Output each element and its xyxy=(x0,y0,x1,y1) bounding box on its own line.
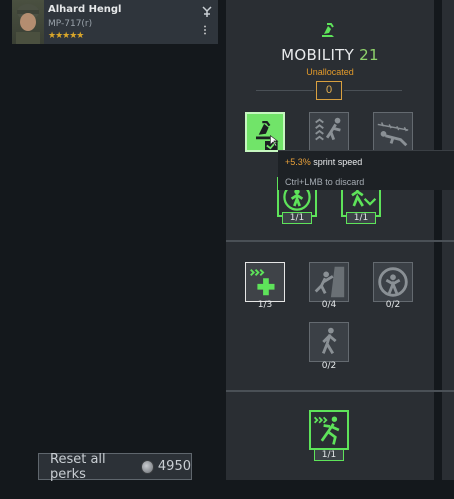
perk-tooltip: +5.3% sprint speed Ctrl+LMB to discard xyxy=(278,150,454,190)
perk-endurance[interactable] xyxy=(373,262,413,302)
soldier-card[interactable]: Alhard Hengl MP-717(r) ★★★★★ ⋮ xyxy=(12,0,218,44)
perk-sprint[interactable] xyxy=(309,410,349,450)
tooltip-value: +5.3% xyxy=(285,157,311,167)
counter-line-left xyxy=(256,90,314,91)
reset-all-perks-button[interactable]: Reset all perks 4950 xyxy=(38,451,192,482)
section-divider-2 xyxy=(226,390,454,392)
perk-climb[interactable] xyxy=(309,262,349,302)
perk-stamina-count: 1/1 xyxy=(282,212,312,224)
tooltip-text: sprint speed xyxy=(310,157,363,167)
soldier-avatar xyxy=(12,0,44,44)
tooltip-description: +5.3% sprint speed xyxy=(285,157,362,167)
perk-jump[interactable] xyxy=(309,112,349,152)
mobility-title: MOBILITY 21 xyxy=(226,46,434,64)
more-options-icon[interactable]: ⋮ xyxy=(200,26,210,36)
mobility-title-text: MOBILITY xyxy=(281,46,355,64)
reset-cost: 4950 xyxy=(157,459,191,474)
perk-sprint-speed[interactable] xyxy=(245,112,285,152)
perk-climb-count: 0/4 xyxy=(321,300,337,310)
unallocated-label: Unallocated xyxy=(306,67,354,77)
perk-vault-count: 1/1 xyxy=(346,212,376,224)
perk-revive-count: 1/3 xyxy=(257,300,273,310)
perk-revive[interactable] xyxy=(245,262,285,302)
perk-crawl-wire[interactable] xyxy=(373,112,413,152)
mobility-level: 21 xyxy=(359,46,379,64)
soldier-name: Alhard Hengl xyxy=(48,4,122,15)
silver-coin-icon xyxy=(141,459,154,474)
section-divider xyxy=(226,240,454,242)
tooltip-hint: Ctrl+LMB to discard xyxy=(285,177,365,187)
class-icon xyxy=(202,6,212,17)
perk-sprint-count: 1/1 xyxy=(314,449,344,461)
counter-line-right xyxy=(344,90,402,91)
perk-endurance-count: 0/2 xyxy=(385,300,401,310)
perk-walk[interactable] xyxy=(309,322,349,362)
soldier-weapon: MP-717(r) xyxy=(48,19,93,29)
perk-walk-count: 0/2 xyxy=(321,361,337,371)
reset-label: Reset all perks xyxy=(50,451,106,482)
soldier-rank-stars: ★★★★★ xyxy=(48,30,84,40)
unallocated-points-counter: 0 xyxy=(316,81,342,100)
mobility-icon xyxy=(322,23,334,37)
